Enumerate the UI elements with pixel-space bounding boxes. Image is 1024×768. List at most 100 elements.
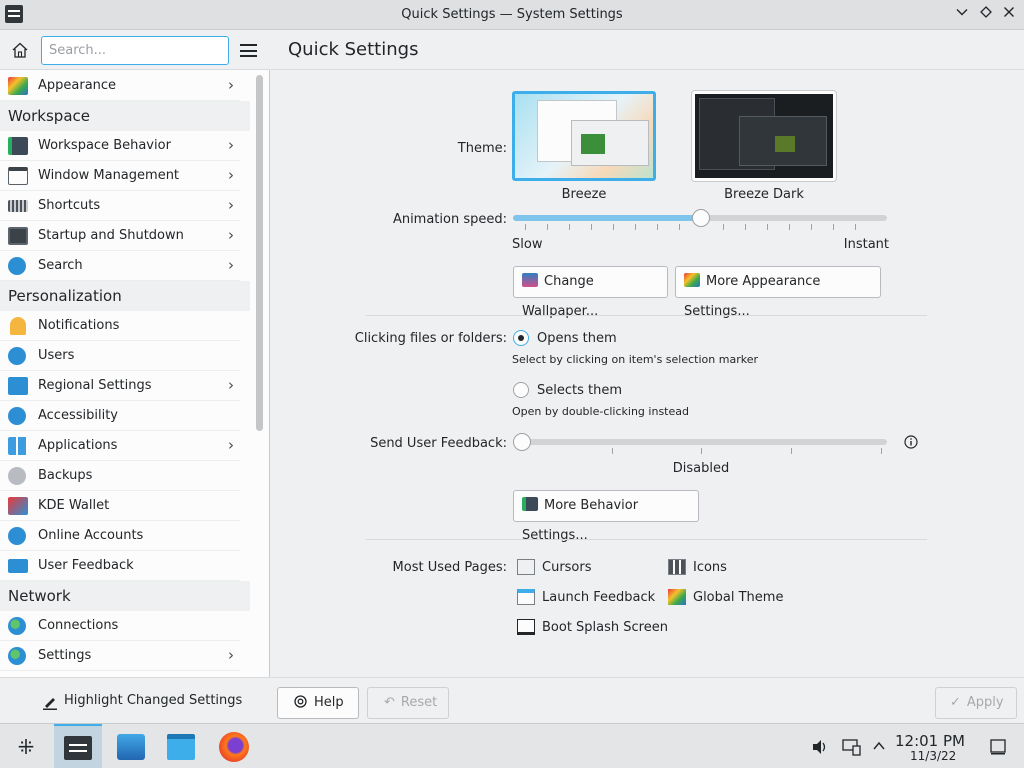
page-title: Quick Settings [288,39,419,60]
sidebar-item-users[interactable]: Users [0,341,240,371]
sidebar-item-connections[interactable]: Connections [0,611,240,641]
highlight-changed-button[interactable]: Highlight Changed Settings [0,677,270,723]
opens-them-label[interactable]: Opens them [537,331,617,346]
page-header: Quick Settings [271,31,1024,70]
sidebar-item-window-management[interactable]: Window Management › [0,161,240,191]
sidebar-item-online-accounts[interactable]: Online Accounts [0,521,240,551]
applications-icon [8,437,28,455]
sidebar-item-shortcuts[interactable]: Shortcuts › [0,191,240,221]
slider-tick [723,224,724,230]
discover-icon[interactable] [117,734,145,760]
sidebar-item-user-feedback[interactable]: User Feedback [0,551,240,581]
feedback-icon [8,559,28,573]
most-used-global-theme[interactable]: Global Theme [693,590,783,605]
network-icon[interactable] [842,738,862,756]
theme-label: Theme: [457,141,507,156]
firefox-icon[interactable] [219,732,249,762]
slider-min-label: Slow [512,237,543,252]
title-bar: Quick Settings — System Settings [0,0,1024,30]
task-system-settings[interactable] [54,724,102,768]
sidebar-item-startup[interactable]: Startup and Shutdown › [0,221,240,251]
show-desktop-icon[interactable] [989,738,1007,756]
theme-option-breeze[interactable] [512,91,656,181]
maximize-button[interactable] [976,5,996,25]
file-manager-icon[interactable] [167,734,195,760]
sidebar-item-search[interactable]: Search › [0,251,240,281]
category-workspace: Workspace [0,101,250,131]
most-used-boot-splash[interactable]: Boot Splash Screen [542,620,668,635]
slider-tick [701,448,702,454]
slider-handle[interactable] [692,209,710,227]
slider-fill [513,215,701,221]
keyboard-icon [8,200,28,212]
slider-tick [745,224,746,230]
hamburger-menu-icon[interactable] [240,44,257,57]
sidebar-item-notifications[interactable]: Notifications [0,311,240,341]
slider-tick [679,224,680,230]
opens-them-hint: Select by clicking on item's selection m… [512,353,758,366]
slider-tick [767,224,768,230]
clock-date[interactable]: 11/3/22 [910,749,956,763]
chevron-right-icon: › [228,136,234,154]
selects-them-radio[interactable] [513,382,529,398]
close-button[interactable] [999,5,1019,25]
slider-max-label: Instant [843,237,889,252]
application-launcher-icon[interactable]: ⁜ [13,735,39,759]
slider-tick [612,448,613,454]
workspace-behavior-icon [522,497,538,511]
sidebar-header: Search... [0,31,270,70]
main-panel: Quick Settings Theme: Breeze Breeze Dark… [271,31,1024,723]
category-personalization: Personalization [0,281,250,311]
most-used-cursors[interactable]: Cursors [542,560,592,575]
undo-icon: ↶ [384,695,395,710]
more-behavior-settings-button[interactable]: More Behavior Settings... [513,490,699,543]
clock-time[interactable]: 12:01 PM [895,732,965,750]
volume-icon[interactable] [811,738,829,756]
system-settings-icon [64,736,92,760]
search-input[interactable]: Search... [41,36,229,65]
theme-name-breeze: Breeze [561,187,607,202]
opens-them-radio[interactable] [513,330,529,346]
theme-option-breeze-dark[interactable] [692,91,836,181]
sidebar-item-network-settings[interactable]: Settings › [0,641,240,671]
slider-track[interactable] [513,439,887,445]
highlighter-icon [43,698,57,710]
clicking-files-label: Clicking files or folders: [354,331,507,346]
slider-tick [613,224,614,230]
scrollbar-thumb[interactable] [256,75,263,431]
sidebar-item-applications[interactable]: Applications › [0,431,240,461]
separator [366,539,927,540]
sidebar-item-backups[interactable]: Backups [0,461,240,491]
home-icon[interactable] [11,41,29,59]
cursors-icon [517,559,535,575]
slider-handle[interactable] [513,433,531,451]
slider-tick [881,448,882,454]
most-used-icons[interactable]: Icons [693,560,727,575]
feedback-value-label: Disabled [672,461,730,476]
most-used-launch-feedback[interactable]: Launch Feedback [542,590,655,605]
sidebar-item-regional-settings[interactable]: Regional Settings › [0,371,240,401]
help-button[interactable]: Help [277,687,359,719]
bell-icon [10,317,26,335]
chevron-up-icon[interactable] [872,740,886,752]
sidebar-item-workspace-behavior[interactable]: Workspace Behavior › [0,131,240,161]
online-accounts-icon [8,527,26,545]
window-management-icon [8,167,28,185]
bottom-bar: Help ↶ Reset ✓ Apply [271,677,1024,723]
more-appearance-settings-button[interactable]: More Appearance Settings... [675,266,881,319]
minimize-button[interactable] [952,5,972,25]
chevron-right-icon: › [228,436,234,454]
selects-them-label[interactable]: Selects them [537,383,622,398]
apply-button[interactable]: ✓ Apply [935,687,1017,719]
icons-icon [668,559,686,575]
close-icon [1004,7,1014,17]
animation-speed-label: Animation speed: [392,212,507,227]
sidebar-item-accessibility[interactable]: Accessibility [0,401,240,431]
sidebar-item-kde-wallet[interactable]: KDE Wallet [0,491,240,521]
info-icon[interactable] [904,435,918,449]
chevron-right-icon: › [228,166,234,184]
reset-button[interactable]: ↶ Reset [367,687,449,719]
change-wallpaper-button[interactable]: Change Wallpaper... [513,266,668,319]
sidebar-scrollbar[interactable] [256,75,264,675]
sidebar-item-appearance[interactable]: Appearance › [0,71,240,101]
